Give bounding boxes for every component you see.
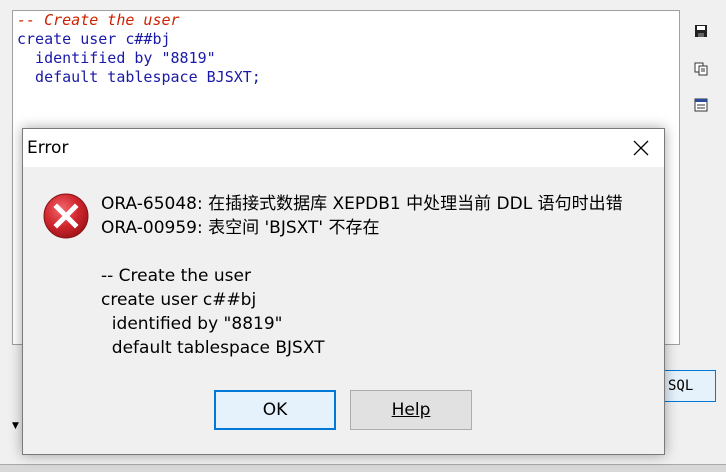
side-toolbar: [686, 10, 720, 130]
dropdown-arrow-icon[interactable]: ▼: [12, 421, 19, 431]
copy-icon[interactable]: [692, 60, 710, 78]
code-line: create user c##bj: [17, 30, 171, 48]
sql-button[interactable]: SQL: [664, 370, 716, 402]
save-icon[interactable]: [692, 22, 710, 40]
error-message: ORA-65048: 在插接式数据库 XEPDB1 中处理当前 DDL 语句时出…: [101, 192, 651, 360]
help-button-label: Help: [391, 400, 431, 420]
message-line: -- Create the user: [101, 266, 251, 286]
error-dialog: Error ORA-65048: 在插接式数据库 XEPDB1 中处理当前 DD…: [22, 128, 665, 455]
message-line: ORA-00959: 表空间 'BJSXT' 不存在: [101, 218, 380, 238]
code-line: default tablespace BJSXT;: [17, 68, 261, 86]
code-line: -- Create the user: [17, 11, 180, 29]
message-line: ORA-65048: 在插接式数据库 XEPDB1 中处理当前 DDL 语句时出…: [101, 194, 623, 214]
error-icon: [43, 193, 89, 239]
message-line: create user c##bj: [101, 290, 257, 310]
message-line: identified by "8819": [101, 314, 283, 334]
dialog-title: Error: [27, 138, 69, 158]
dialog-titlebar[interactable]: Error: [23, 129, 664, 167]
help-button[interactable]: Help: [350, 390, 472, 430]
message-line: default tablespace BJSXT: [101, 338, 325, 358]
properties-icon[interactable]: [692, 96, 710, 114]
message-line: [101, 240, 651, 264]
close-icon: [633, 140, 649, 156]
close-button[interactable]: [618, 129, 664, 167]
ok-button[interactable]: OK: [214, 390, 336, 430]
code-line: identified by "8819": [17, 49, 216, 67]
